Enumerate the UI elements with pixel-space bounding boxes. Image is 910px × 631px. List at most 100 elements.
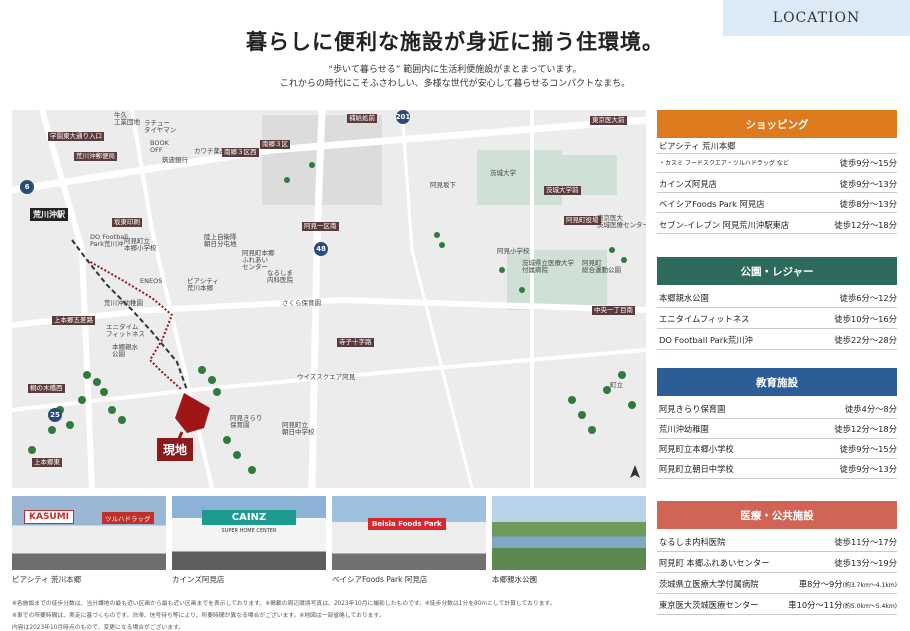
footnote: ※各施設までの徒歩分数は、当分譲地の最も近い区画から最も近い区画までを表示してお…	[12, 601, 556, 607]
facility-row: セブン‐イレブン 阿見荒川沖駅東店 徒歩12分～18分	[657, 214, 897, 234]
facility-name: セブン‐イレブン 阿見荒川沖駅東店	[659, 220, 790, 230]
facility-name: 阿見町立朝日中学校	[659, 464, 734, 474]
facility-time: 徒歩13分～19分	[834, 558, 897, 568]
facility-row: なるしま内科医院 徒歩11分～17分	[657, 532, 897, 552]
map-label: なるしま 内科医院	[267, 269, 293, 285]
map-label: 東京医大 茨城医療センター	[597, 214, 646, 230]
map-label: ラチュー タイヤマン	[144, 119, 177, 135]
facility-row: ベイシアFoods Park 阿見店 徒歩8分～13分	[657, 194, 897, 213]
route-shield-6: 6	[20, 180, 34, 194]
photo-piacity: KASUMI ツルハドラッグ	[12, 496, 166, 570]
facility-row: エニタイムフィットネス 徒歩10分～16分	[657, 309, 897, 329]
facility-time: 車8分～9分(約3.7km～4.1km)	[799, 578, 897, 590]
map-label: 荒川沖郵便局	[74, 152, 117, 162]
map-label: 上本郷五差路	[52, 316, 95, 326]
facility-time: 徒歩8分～13分	[839, 199, 897, 209]
photo-sign: SUPER HOME CENTER	[221, 528, 277, 534]
facility-distance: (約3.7km～4.1km)	[842, 582, 897, 589]
facility-time: 徒歩9分～13分	[839, 179, 897, 189]
facility-distance: (約5.0km～5.4km)	[842, 603, 897, 610]
category-park: 公園・レジャー	[657, 257, 897, 285]
map-label: 桐の木橋西	[28, 384, 65, 394]
footnote: ※車での所要時間は、実走に基づくものです。渋滞、信号待ち等により、所要時間が異な…	[12, 613, 385, 619]
map-label: 牛久 工業団地	[114, 111, 140, 127]
facility-name: 阿見町立本郷小学校	[659, 444, 734, 454]
site-marker-label: 現地	[157, 438, 194, 461]
facility-time: 徒歩11分～17分	[834, 537, 897, 547]
photo-sign: CAINZ	[202, 510, 296, 525]
map-label: 阿見町役場	[564, 216, 601, 226]
facility-time: 徒歩22分～28分	[834, 335, 897, 345]
photo-sign: ツルハドラッグ	[102, 512, 154, 524]
photo-cainz: CAINZ SUPER HOME CENTER	[172, 496, 326, 570]
page-headline: 暮らしに便利な施設が身近に揃う住環境。	[246, 29, 664, 54]
facility-time: 徒歩4分～8分	[844, 404, 897, 414]
map-label: 阿見町立 朝日中学校	[282, 421, 315, 437]
map-label: DO Football Park荒川沖	[90, 233, 128, 249]
facility-row: ピアシティ 荒川本郷	[657, 140, 897, 154]
facility-time-value: 車10分～11分	[788, 600, 843, 610]
facility-name: 本郷親水公園	[659, 293, 709, 303]
category-education: 教育施設	[657, 368, 897, 396]
photo-park	[492, 496, 646, 570]
map-label: 阿見町立 本郷小学校	[124, 237, 157, 253]
category-shopping: ショッピング	[657, 110, 897, 138]
map-label: 上本郷東	[32, 458, 62, 468]
route-shield-48: 48	[314, 242, 328, 256]
map-label: 茨城県立医療大学 付属病院	[522, 259, 574, 275]
map-label: 東京医大前	[590, 116, 627, 126]
map-label: 本郷親水 公園	[112, 343, 138, 359]
route-shield-25: 25	[48, 408, 62, 422]
map-label: 陸上自衛隊 朝日分屯地	[204, 233, 237, 249]
route-shield-201: 201	[396, 110, 410, 124]
facility-row: 阿見きらり保育園 徒歩4分～8分	[657, 400, 897, 419]
photo-beisia: Beisia Foods Park	[332, 496, 486, 570]
facility-row: 阿見町立本郷小学校 徒歩9分～15分	[657, 440, 897, 459]
map-label: 筑波銀行	[162, 156, 188, 164]
facility-row: 本郷親水公園 徒歩6分～12分	[657, 288, 897, 308]
facility-time-value: 車8分～9分	[798, 579, 843, 589]
map-label: 阿見坂下	[430, 181, 456, 189]
station-label: 荒川沖駅	[30, 208, 68, 221]
photo-caption: ピアシティ 荒川本郷	[12, 575, 82, 584]
facility-name: ・カスミ フードスクエア・ツルハドラッグ など	[659, 160, 789, 167]
facility-name: 茨城県立医療大学付属病院	[659, 579, 759, 589]
facility-row: 東京医大茨城医療センター 車10分～11分(約5.0km～5.4km)	[657, 595, 897, 615]
facility-time: 徒歩12分～18分	[834, 220, 897, 230]
facility-name: カインズ阿見店	[659, 179, 717, 189]
map-label: 補給処前	[347, 114, 377, 124]
subline-1: “歩いて暮らせる” 範囲内に生活利便施設がまとまっています。	[328, 65, 582, 75]
map-label: 阿見きらり 保育園	[230, 414, 263, 430]
facility-row: DO Football Park荒川沖 徒歩22分～28分	[657, 330, 897, 350]
map-label: 茨城大学	[490, 169, 516, 177]
area-map[interactable]: 6 48 25 201 荒川沖駅 牛久 工業団地 ラチュー タイヤマン 学園東大通り…	[12, 110, 646, 488]
facility-time: 徒歩9分～13分	[839, 464, 897, 474]
facility-name: 阿見町 本郷ふれあいセンター	[659, 558, 770, 568]
map-label: 荒川沖幼稚園	[104, 299, 143, 307]
facility-time: 徒歩9分～15分	[839, 444, 897, 454]
facility-row: 茨城県立医療大学付属病院 車8分～9分(約3.7km～4.1km)	[657, 574, 897, 594]
map-label: 中央一丁目南	[592, 306, 635, 316]
photo-sign: Beisia Foods Park	[368, 518, 446, 530]
facility-name: ピアシティ 荒川本郷	[659, 141, 736, 151]
facility-name: なるしま内科医院	[659, 537, 726, 547]
facility-time: 徒歩10分～16分	[834, 314, 897, 324]
photo-sign: KASUMI	[24, 510, 75, 524]
map-label: 茨城大学前	[544, 186, 581, 196]
facility-name: ベイシアFoods Park 阿見店	[659, 199, 765, 209]
map-label: ピアシティ 荒川本郷	[187, 277, 219, 293]
facility-name: 阿見きらり保育園	[659, 404, 726, 414]
map-label: エニタイム フィットネス	[106, 323, 145, 339]
map-label: 阿見小学校	[497, 247, 530, 255]
map-label: 寺子十字路	[337, 338, 374, 348]
map-label: さくら保育園	[282, 299, 321, 307]
map-label: 学園東大通り入口	[48, 132, 104, 142]
map-label: 坂東印刷	[112, 218, 142, 228]
facility-time: 徒歩9分～15分	[839, 158, 897, 168]
facility-time: 徒歩6分～12分	[839, 293, 897, 303]
map-label: ENEOS	[140, 277, 163, 285]
facility-row: カインズ阿見店 徒歩9分～13分	[657, 174, 897, 193]
map-label: 阿見一区南	[302, 222, 339, 232]
subline-2: これからの時代にこそふさわしい、多様な世代が安心して暮らせるコンパクトなまち。	[279, 79, 631, 89]
map-label: 町立	[610, 381, 623, 389]
